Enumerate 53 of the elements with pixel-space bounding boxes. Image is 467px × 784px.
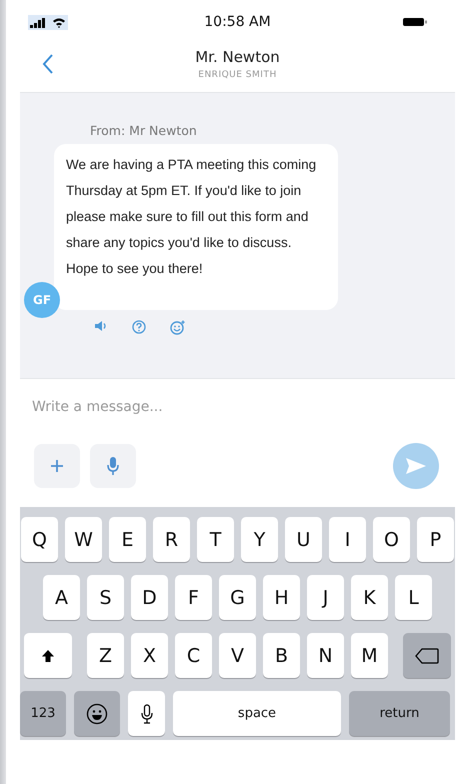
delete-key[interactable]	[403, 633, 451, 678]
battery-icon	[403, 18, 427, 26]
keyboard-key[interactable]: D	[131, 575, 168, 620]
keyboard-key[interactable]: R	[153, 517, 190, 562]
space-key[interactable]: space	[173, 691, 341, 736]
keyboard-key[interactable]: C	[175, 633, 212, 678]
keyboard-key[interactable]: V	[219, 633, 256, 678]
backspace-icon	[415, 648, 439, 664]
emoji-key[interactable]	[74, 691, 120, 736]
shift-key[interactable]	[24, 633, 72, 678]
keyboard-key[interactable]: X	[131, 633, 168, 678]
keyboard-key[interactable]: S	[87, 575, 124, 620]
status-time: 10:58 AM	[204, 14, 271, 30]
keyboard-key[interactable]: M	[351, 633, 388, 678]
keyboard-key[interactable]: W	[65, 517, 102, 562]
microphone-icon	[140, 704, 152, 724]
shift-icon	[41, 648, 55, 662]
dictation-key[interactable]	[128, 691, 165, 736]
plus-icon	[50, 459, 64, 473]
return-key[interactable]: return	[349, 691, 450, 736]
wifi-icon	[52, 16, 66, 28]
sender-label: From: Mr Newton	[90, 123, 198, 138]
numbers-key[interactable]: 123	[20, 691, 66, 736]
message-field[interactable]: Write a message...	[30, 395, 334, 419]
keyboard-key[interactable]: K	[351, 575, 388, 620]
keyboard-key[interactable]: L	[395, 575, 432, 620]
keyboard-key[interactable]: G	[219, 575, 256, 620]
smiley-icon	[86, 702, 108, 724]
keyboard-key[interactable]: Y	[241, 517, 278, 562]
keyboard-key[interactable]: J	[307, 575, 344, 620]
keyboard-key[interactable]: Q	[21, 517, 58, 562]
add-button[interactable]	[34, 444, 80, 488]
keyboard-key[interactable]: O	[373, 517, 410, 562]
microphone-button[interactable]	[90, 444, 136, 488]
keyboard-key[interactable]: T	[197, 517, 234, 562]
keyboard-key[interactable]: A	[43, 575, 80, 620]
keyboard-key[interactable]: H	[263, 575, 300, 620]
signal-icon	[30, 18, 48, 28]
keyboard-key[interactable]: B	[263, 633, 300, 678]
keyboard-key[interactable]: E	[109, 517, 146, 562]
contact-subtitle: ENRIQUE SMITH	[198, 70, 277, 80]
back-icon	[42, 54, 54, 74]
avatar: GF	[24, 282, 60, 318]
send-icon	[405, 457, 427, 475]
keyboard-key[interactable]: F	[175, 575, 212, 620]
keyboard-key[interactable]: Z	[87, 633, 124, 678]
contact-name: Mr. Newton	[195, 48, 280, 66]
keyboard-key[interactable]: U	[285, 517, 322, 562]
keyboard-key[interactable]: I	[329, 517, 366, 562]
microphone-icon	[107, 457, 119, 475]
keyboard-key[interactable]: P	[417, 517, 454, 562]
keyboard-key[interactable]: N	[307, 633, 344, 678]
message-bubble: We are having a PTA meeting this coming Thursday at 5pm ET. If you'd like to join please make sure to fill out this form and share any topics you'd like to discuss. Hope to see you there!	[54, 144, 338, 310]
